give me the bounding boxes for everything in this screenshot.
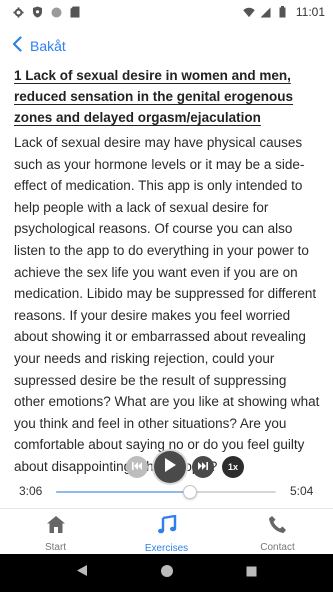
article: 1 Lack of sexual desire in women and men… — [14, 65, 320, 478]
chevron-left-icon — [12, 35, 22, 57]
shield-icon — [31, 6, 43, 18]
tab-label-exercises: Exercises — [144, 543, 189, 554]
fast-forward-icon — [197, 458, 209, 476]
status-left — [12, 6, 81, 18]
status-time: 11:01 — [295, 5, 325, 19]
back-label: Bakåt — [30, 38, 66, 54]
audio-player: 1x 3:06 5:04 — [0, 449, 333, 507]
phone-icon — [268, 515, 287, 539]
triangle-back-icon — [76, 564, 88, 582]
status-bar: 11:01 — [0, 0, 333, 24]
tab-label-contact: Contact — [260, 542, 295, 553]
signal-icon — [260, 6, 272, 18]
system-home-button[interactable] — [160, 564, 174, 583]
tab-label-start: Start — [44, 542, 67, 553]
sd-card-icon — [69, 6, 81, 18]
tab-bar: Start Exercises Contact — [0, 508, 333, 554]
article-body: Lack of sexual desire may have physical … — [14, 135, 320, 474]
seek-bar-fill — [56, 491, 191, 493]
total-time: 5:04 — [290, 484, 314, 498]
wifi-icon — [243, 6, 255, 18]
tab-exercises[interactable]: Exercises — [111, 509, 222, 554]
article-title: 1 Lack of sexual desire in women and men… — [14, 68, 294, 125]
gear-icon — [12, 6, 24, 18]
home-icon — [46, 515, 66, 539]
playback-speed-button[interactable]: 1x — [222, 456, 244, 478]
square-recents-icon — [246, 564, 257, 582]
battery-icon — [277, 6, 289, 18]
status-right: 11:01 — [243, 5, 325, 19]
rewind-icon — [131, 458, 143, 476]
seek-bar[interactable] — [56, 485, 276, 499]
seek-bar-thumb[interactable] — [183, 485, 198, 499]
current-time: 3:06 — [19, 484, 43, 498]
play-button[interactable] — [154, 451, 186, 483]
tab-start[interactable]: Start — [0, 509, 111, 554]
music-note-icon — [157, 514, 177, 540]
rewind-button[interactable] — [126, 456, 148, 478]
play-icon — [163, 457, 177, 478]
player-controls: 1x — [126, 451, 244, 483]
forward-button[interactable] — [192, 456, 214, 478]
seek-row: 3:06 5:04 — [0, 483, 333, 501]
circle-home-icon — [160, 564, 174, 583]
system-recents-button[interactable] — [246, 564, 257, 582]
circle-icon — [50, 6, 62, 18]
system-back-button[interactable] — [76, 564, 88, 582]
system-navigation-bar — [0, 554, 333, 592]
back-button[interactable]: Bakåt — [12, 34, 66, 58]
tab-contact[interactable]: Contact — [222, 509, 333, 554]
